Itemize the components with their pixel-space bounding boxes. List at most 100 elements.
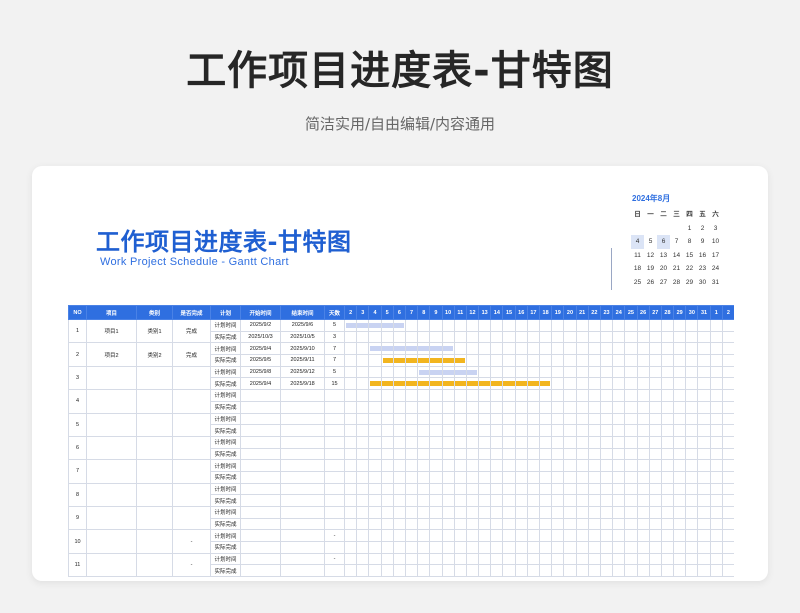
category-cell[interactable] [136, 552, 173, 578]
end-date-cell[interactable]: 2025/9/10 [280, 342, 325, 356]
start-date-cell[interactable] [240, 470, 281, 484]
days-cell[interactable] [324, 400, 345, 414]
calendar-day[interactable]: 11 [631, 249, 644, 263]
calendar-day[interactable]: 19 [644, 262, 657, 276]
calendar-day[interactable]: 13 [657, 249, 670, 263]
end-date-cell[interactable] [280, 447, 325, 461]
start-date-cell[interactable]: 2025/9/2 [240, 319, 281, 332]
category-cell[interactable] [136, 365, 173, 391]
status-cell[interactable] [172, 365, 211, 391]
row-number[interactable]: 2 [68, 342, 87, 367]
days-cell[interactable] [324, 541, 345, 554]
days-cell[interactable]: 15 [324, 377, 345, 391]
end-date-cell[interactable] [280, 529, 325, 543]
row-number[interactable]: 8 [68, 482, 87, 508]
project-cell[interactable]: 项目2 [86, 342, 137, 367]
status-cell[interactable] [172, 412, 211, 437]
project-cell[interactable] [86, 505, 137, 531]
calendar-day[interactable]: 26 [644, 276, 657, 290]
days-cell[interactable] [324, 506, 345, 519]
days-cell[interactable] [324, 470, 345, 484]
start-date-cell[interactable]: 2025/9/8 [240, 365, 281, 379]
project-cell[interactable] [86, 435, 137, 461]
project-cell[interactable] [86, 365, 137, 391]
start-date-cell[interactable] [240, 435, 281, 449]
calendar-day[interactable]: 10 [709, 235, 722, 249]
project-cell[interactable] [86, 552, 137, 578]
days-cell[interactable]: 7 [324, 354, 345, 367]
row-number[interactable]: 5 [68, 412, 87, 437]
start-date-cell[interactable] [240, 400, 281, 414]
start-date-cell[interactable] [240, 552, 281, 566]
row-number[interactable]: 1 [68, 318, 87, 344]
calendar-day[interactable]: 28 [670, 276, 683, 290]
start-date-cell[interactable] [240, 482, 281, 496]
row-number[interactable]: 7 [68, 459, 87, 484]
days-cell[interactable]: 5 [324, 365, 345, 379]
calendar-day[interactable]: 12 [644, 249, 657, 263]
status-cell[interactable]: 完成 [172, 318, 211, 344]
category-cell[interactable] [136, 482, 173, 508]
calendar-day[interactable]: 15 [683, 249, 696, 263]
end-date-cell[interactable]: 2025/10/5 [280, 330, 325, 344]
category-cell[interactable] [136, 459, 173, 484]
calendar-day[interactable]: 1 [683, 222, 696, 236]
end-date-cell[interactable]: 2025/9/18 [280, 377, 325, 391]
days-cell[interactable] [324, 459, 345, 472]
status-cell[interactable] [172, 459, 211, 484]
end-date-cell[interactable] [280, 564, 325, 578]
end-date-cell[interactable] [280, 494, 325, 507]
calendar-day[interactable]: 22 [683, 262, 696, 276]
category-cell[interactable] [136, 505, 173, 531]
start-date-cell[interactable] [240, 564, 281, 578]
category-cell[interactable]: 类别1 [136, 318, 173, 344]
calendar-day[interactable]: 7 [670, 235, 683, 249]
category-cell[interactable] [136, 529, 173, 554]
end-date-cell[interactable] [280, 482, 325, 496]
end-date-cell[interactable] [280, 506, 325, 519]
start-date-cell[interactable] [240, 424, 281, 437]
calendar-day[interactable]: 27 [657, 276, 670, 290]
days-cell[interactable]: - [324, 552, 345, 566]
days-cell[interactable] [324, 424, 345, 437]
calendar-day[interactable]: 23 [696, 262, 709, 276]
calendar-day[interactable]: 5 [644, 235, 657, 249]
calendar-day[interactable]: 9 [696, 235, 709, 249]
start-date-cell[interactable] [240, 506, 281, 519]
end-date-cell[interactable]: 2025/9/12 [280, 365, 325, 379]
days-cell[interactable] [324, 389, 345, 402]
days-cell[interactable] [324, 435, 345, 449]
days-cell[interactable] [324, 447, 345, 461]
row-number[interactable]: 3 [68, 365, 87, 391]
row-number[interactable]: 11 [68, 552, 87, 578]
project-cell[interactable] [86, 482, 137, 508]
status-cell[interactable] [172, 435, 211, 461]
calendar-day[interactable]: 4 [631, 235, 644, 249]
days-cell[interactable]: 7 [324, 342, 345, 356]
end-date-cell[interactable] [280, 412, 325, 426]
end-date-cell[interactable] [280, 400, 325, 414]
status-cell[interactable]: 完成 [172, 342, 211, 367]
start-date-cell[interactable]: 2025/9/4 [240, 342, 281, 356]
calendar-day[interactable]: 24 [709, 262, 722, 276]
calendar-day[interactable]: 17 [709, 249, 722, 263]
row-number[interactable]: 4 [68, 389, 87, 414]
project-cell[interactable]: 项目1 [86, 318, 137, 344]
calendar-day[interactable]: 18 [631, 262, 644, 276]
end-date-cell[interactable] [280, 424, 325, 437]
status-cell[interactable]: - [172, 552, 211, 578]
calendar-day[interactable]: 2 [696, 222, 709, 236]
start-date-cell[interactable] [240, 541, 281, 554]
project-cell[interactable] [86, 459, 137, 484]
calendar-day[interactable]: 3 [709, 222, 722, 236]
row-number[interactable]: 6 [68, 435, 87, 461]
status-cell[interactable] [172, 482, 211, 508]
row-number[interactable]: 9 [68, 505, 87, 531]
start-date-cell[interactable] [240, 389, 281, 402]
start-date-cell[interactable] [240, 459, 281, 472]
days-cell[interactable]: 3 [324, 330, 345, 344]
calendar-day[interactable]: 8 [683, 235, 696, 249]
start-date-cell[interactable] [240, 494, 281, 507]
calendar-day[interactable] [631, 222, 644, 236]
start-date-cell[interactable]: 2025/9/4 [240, 377, 281, 391]
